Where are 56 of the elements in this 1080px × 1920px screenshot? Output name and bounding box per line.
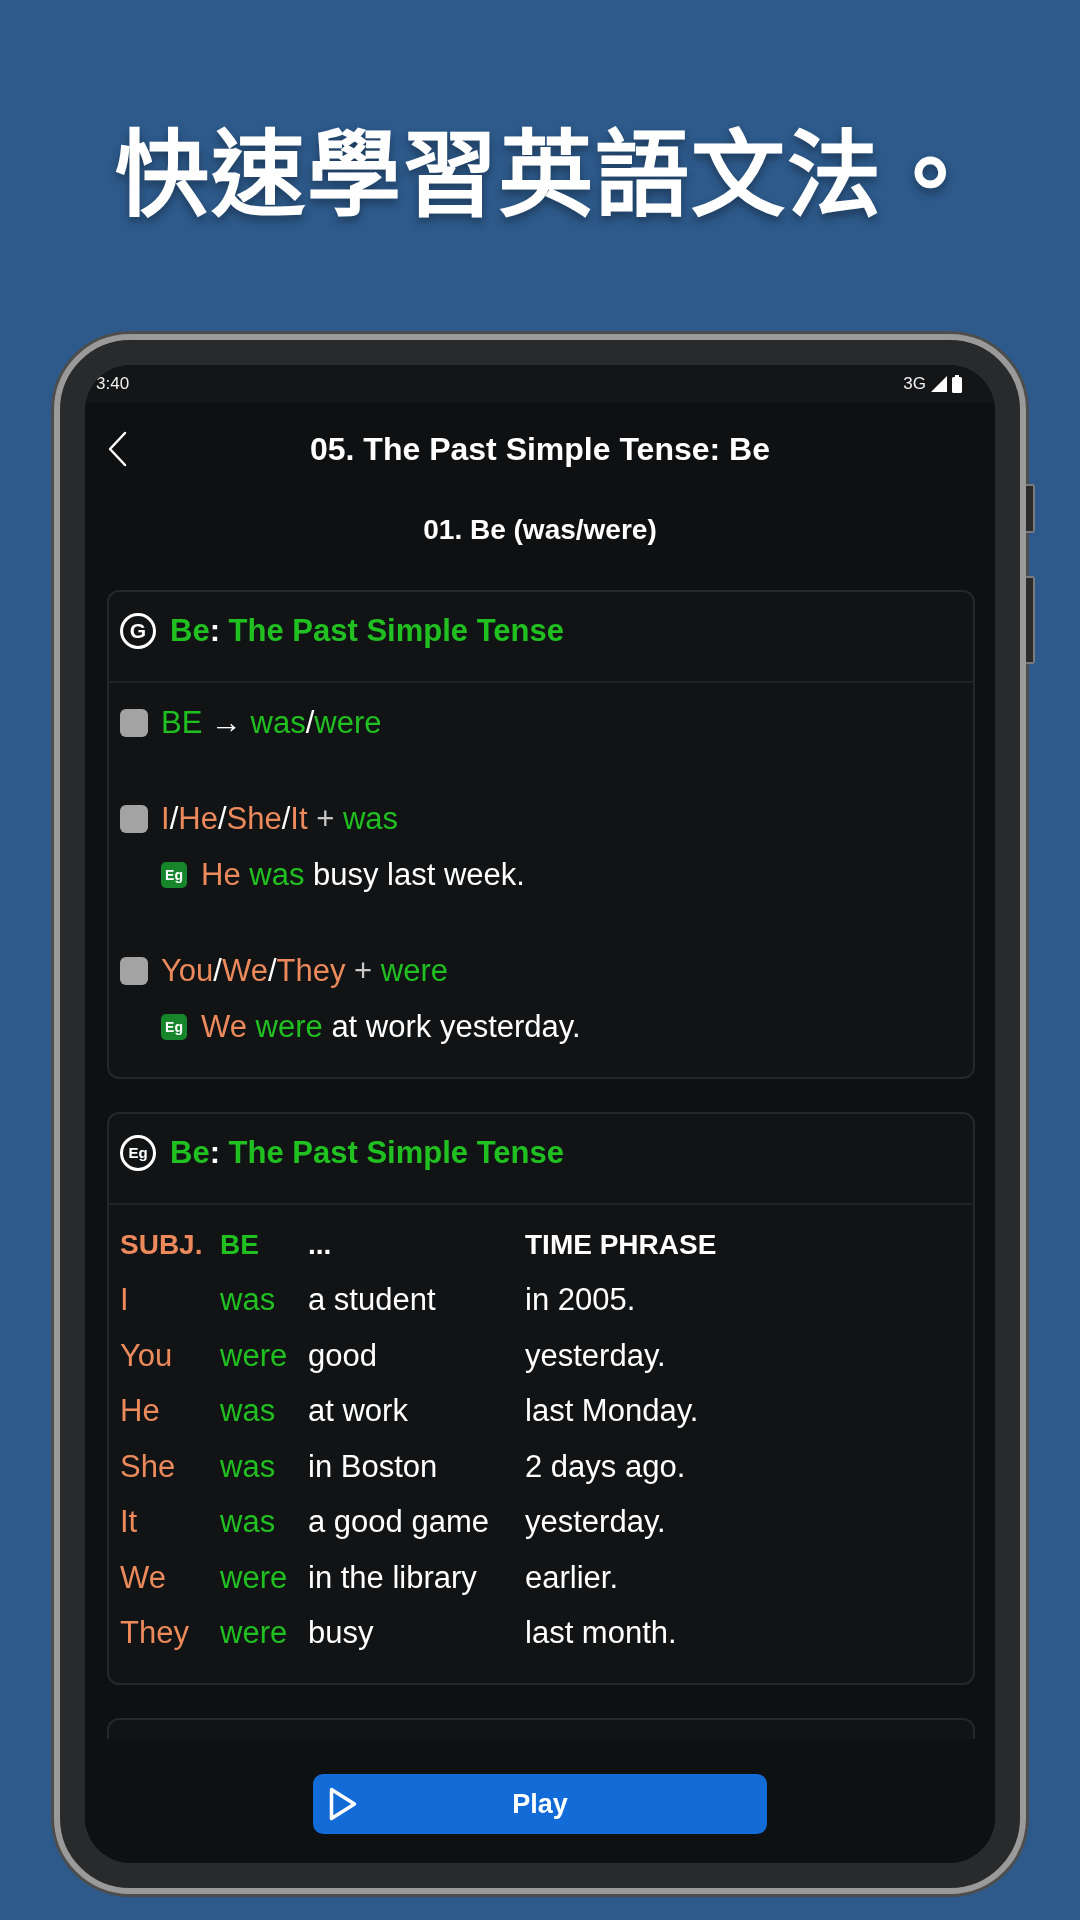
table-cell: She bbox=[120, 1448, 176, 1485]
table-cell: was bbox=[220, 1282, 276, 1319]
table-cell: in 2005. bbox=[525, 1282, 636, 1319]
lesson-title: 01. Be (was/were) bbox=[423, 514, 657, 546]
back-icon bbox=[107, 431, 127, 467]
table-cell: in Boston bbox=[308, 1448, 438, 1485]
table-cell: were bbox=[220, 1337, 288, 1374]
play-button[interactable]: Play bbox=[313, 1774, 767, 1834]
table-cell: at work bbox=[308, 1393, 408, 1430]
table-cell: I bbox=[120, 1282, 129, 1319]
square-bullet-icon bbox=[120, 957, 148, 985]
table-cell: were bbox=[220, 1615, 288, 1652]
table-cell: a student bbox=[308, 1282, 436, 1319]
table-cell: last Monday. bbox=[525, 1393, 699, 1430]
example-sentence: He was busy last week. bbox=[201, 857, 525, 893]
table-cell: It bbox=[120, 1504, 138, 1541]
card-title: Be: The Past Simple Tense bbox=[170, 1134, 564, 1171]
example-sentence: We were at work yesterday. bbox=[201, 1009, 581, 1045]
column-header: TIME PHRASE bbox=[525, 1228, 717, 1261]
table-cell: last month. bbox=[525, 1615, 677, 1652]
rule-text: BE → was/were bbox=[161, 705, 382, 741]
table-cell: yesterday. bbox=[525, 1504, 666, 1541]
headline: 快速學習英語文法。 bbox=[112, 120, 979, 232]
table-cell: 2 days ago. bbox=[525, 1448, 686, 1485]
table-cell: busy bbox=[308, 1615, 374, 1652]
table-cell: were bbox=[220, 1559, 288, 1596]
battery-icon bbox=[952, 375, 962, 393]
table-cell: We bbox=[120, 1559, 166, 1596]
section-symbol: G bbox=[120, 612, 156, 649]
rule-text: I/He/She/It + was bbox=[161, 801, 399, 837]
network-type: 3G bbox=[903, 374, 926, 394]
column-header: BE bbox=[220, 1228, 259, 1261]
example-tag: Eg bbox=[161, 862, 187, 888]
table-cell: in the library bbox=[308, 1559, 477, 1596]
table-cell: earlier. bbox=[525, 1559, 619, 1596]
play-icon bbox=[329, 1787, 357, 1821]
column-header: SUBJ. bbox=[120, 1228, 203, 1261]
square-bullet-icon bbox=[120, 805, 148, 833]
example-tag: Eg bbox=[161, 1014, 187, 1040]
screen-title: 05. The Past Simple Tense: Be bbox=[310, 430, 770, 468]
table-cell: He bbox=[120, 1393, 160, 1430]
table-cell: yesterday. bbox=[525, 1337, 666, 1374]
card-title: Be: The Past Simple Tense bbox=[170, 612, 564, 649]
table-cell: was bbox=[220, 1393, 276, 1430]
square-bullet-icon bbox=[120, 709, 148, 737]
table-cell: They bbox=[120, 1615, 189, 1652]
table-cell: was bbox=[220, 1504, 276, 1541]
table-cell: a good game bbox=[308, 1504, 489, 1541]
signal-icon bbox=[931, 376, 947, 392]
column-header: ... bbox=[308, 1228, 332, 1261]
section-symbol: Eg bbox=[120, 1134, 156, 1171]
rule-text: You/We/They + were bbox=[161, 953, 448, 989]
table-cell: was bbox=[220, 1448, 276, 1485]
table-cell: You bbox=[120, 1337, 173, 1374]
table-cell: good bbox=[308, 1337, 377, 1374]
status-time: 3:40 bbox=[96, 374, 130, 394]
